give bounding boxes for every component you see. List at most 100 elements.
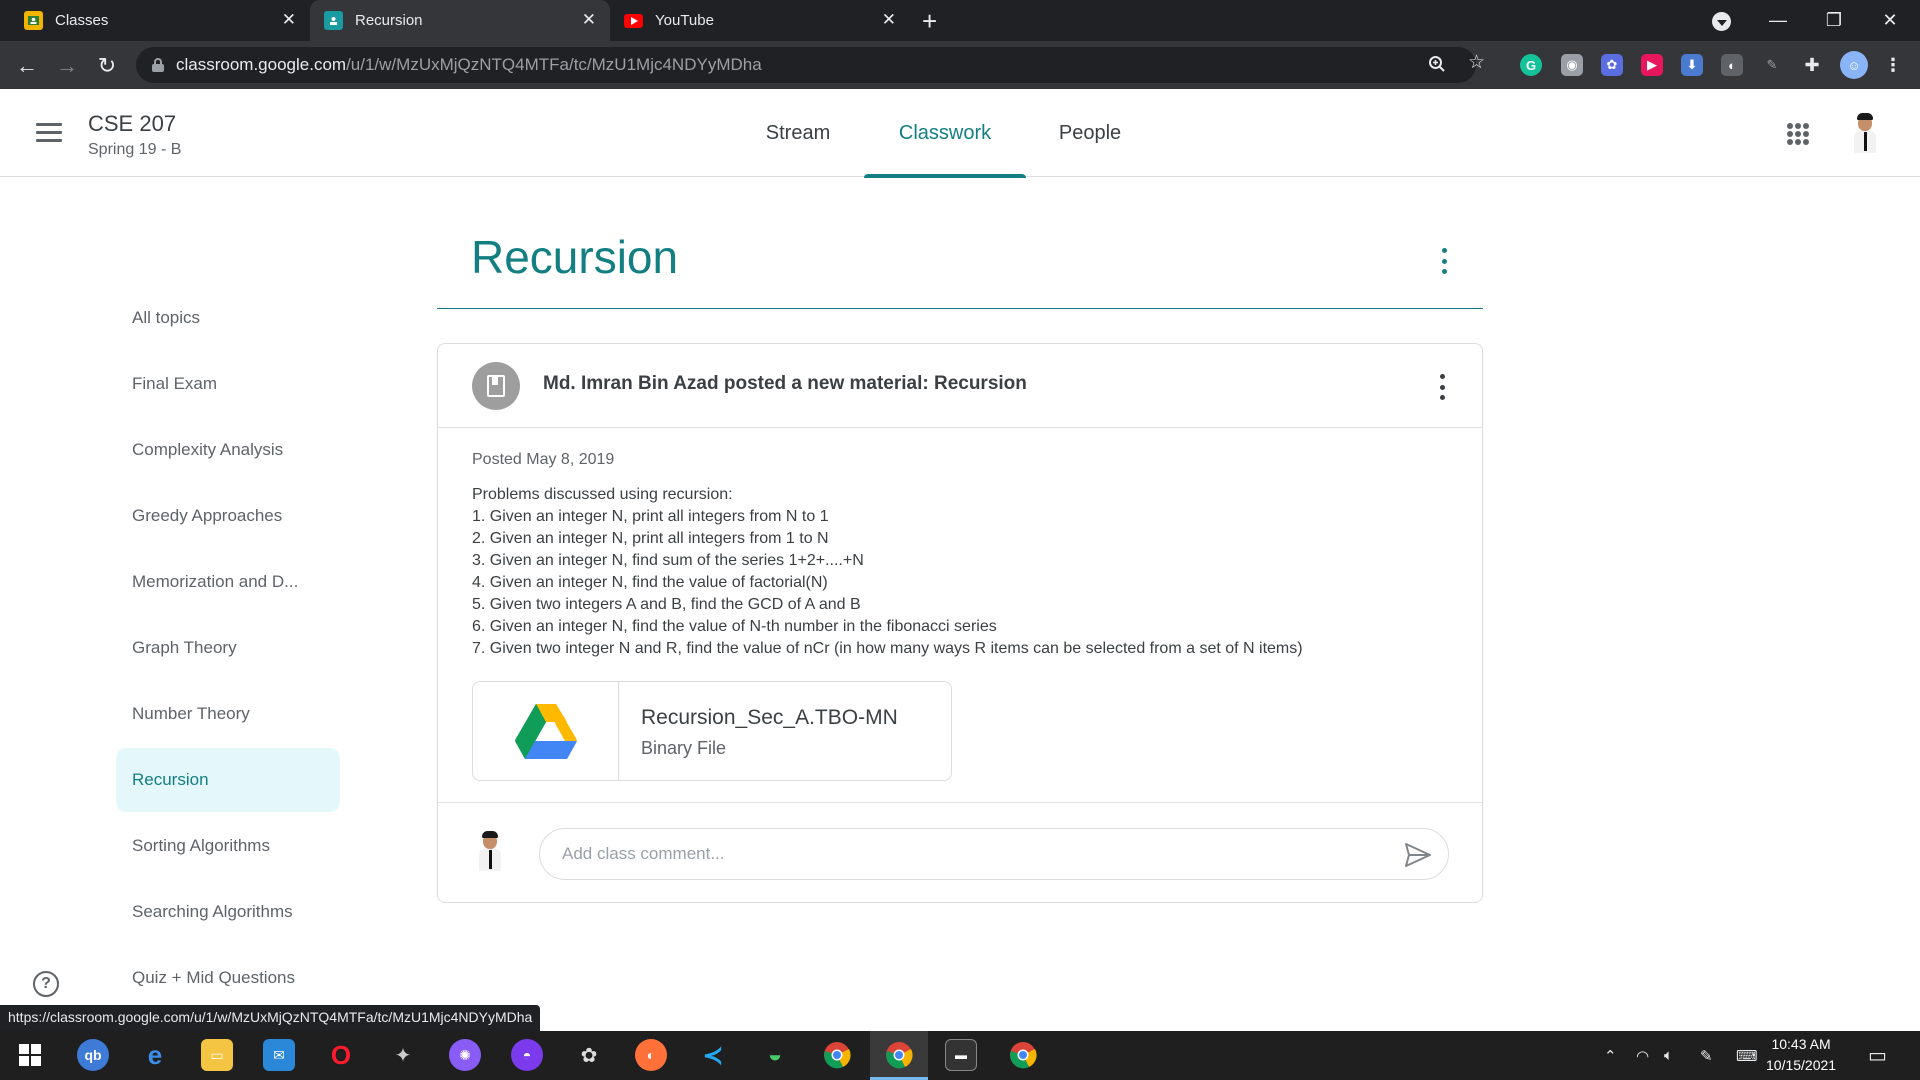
main-menu-icon[interactable] (36, 123, 62, 143)
google-apps-icon[interactable] (1787, 123, 1809, 145)
classroom-header: CSE 207 Spring 19 - B Stream Classwork P… (0, 89, 1920, 178)
topic-complexity-analysis[interactable]: Complexity Analysis (116, 418, 340, 482)
attachment-type: Binary File (641, 738, 727, 758)
description-line: Problems discussed using recursion: (472, 486, 733, 503)
opera-icon[interactable]: O (325, 1039, 357, 1071)
vscode-icon[interactable]: ≺ (697, 1039, 729, 1071)
topic-greedy-approaches[interactable]: Greedy Approaches (116, 484, 340, 548)
send-icon[interactable] (1404, 842, 1432, 873)
back-icon[interactable]: ← (13, 52, 41, 80)
tab-stream[interactable]: Stream (752, 89, 844, 177)
close-window-button[interactable]: ✕ (1862, 0, 1918, 41)
class-comment-input[interactable]: Add class comment... (539, 828, 1449, 880)
topic-all-topics[interactable]: All topics (116, 286, 340, 350)
topic-searching-algorithms[interactable]: Searching Algorithms (116, 880, 340, 944)
topic-memorization[interactable]: Memorization and D... (116, 550, 340, 614)
topic-more-options-icon[interactable] (1440, 248, 1448, 274)
classroom-icon (324, 11, 343, 30)
material-more-options-icon[interactable] (1438, 374, 1446, 400)
address-bar[interactable]: classroom.google.com/u/1/w/MzUxMjQzNTQ4M… (136, 47, 1485, 83)
tray-chevron-icon[interactable]: ⌃ (1604, 1031, 1617, 1080)
firefox-icon[interactable]: ◐ (635, 1039, 667, 1071)
browser-tab-youtube[interactable]: YouTube ✕ (610, 0, 910, 41)
messenger-icon[interactable]: ✺ (449, 1039, 481, 1071)
profile-avatar-icon[interactable]: ☺ (1840, 51, 1868, 79)
zoom-icon[interactable] (1428, 55, 1446, 79)
comment-area: Add class comment... (438, 802, 1482, 902)
tab-classwork[interactable]: Classwork (864, 89, 1026, 178)
close-tab-icon[interactable]: ✕ (582, 10, 596, 30)
camera-icon[interactable]: ◉ (1561, 54, 1583, 76)
github-icon[interactable]: ◓ (511, 1039, 543, 1071)
comment-placeholder: Add class comment... (562, 844, 725, 863)
edge-icon[interactable]: e (139, 1039, 171, 1071)
volume-icon[interactable]: 🔈︎ (1664, 1031, 1673, 1080)
browser-toolbar: ← → ↻ classroom.google.com/u/1/w/MzUxMjQ… (0, 41, 1920, 89)
bookmark-star-icon[interactable]: ☆ (1468, 51, 1485, 74)
help-icon[interactable]: ? (33, 971, 59, 997)
file-explorer-icon[interactable]: ▭ (201, 1039, 233, 1071)
notifications-icon[interactable]: ▭ (1868, 1031, 1887, 1080)
grammarly-icon[interactable]: G (1520, 54, 1542, 76)
material-card: Md. Imran Bin Azad posted a new material… (437, 343, 1483, 903)
clock-time: 10:43 AM (1771, 1036, 1831, 1052)
pen-icon[interactable]: ✎ (1700, 1031, 1713, 1080)
terminal-icon[interactable]: ▬ (945, 1039, 977, 1071)
avatar[interactable] (1845, 111, 1887, 157)
lock-icon (152, 58, 164, 72)
download-extension-icon[interactable]: ⬇ (1681, 54, 1703, 76)
description-line: 5. Given two integers A and B, find the … (472, 596, 861, 613)
reload-icon[interactable]: ↻ (93, 52, 121, 80)
class-name[interactable]: CSE 207 (88, 111, 176, 137)
chrome-icon[interactable] (883, 1039, 915, 1071)
mail-icon[interactable]: ✉ (263, 1039, 295, 1071)
clock-date: 10/15/2021 (1766, 1057, 1837, 1073)
classroom-icon (24, 11, 43, 30)
topic-final-exam[interactable]: Final Exam (116, 352, 340, 416)
topic-quiz-mid-questions[interactable]: Quiz + Mid Questions (116, 946, 340, 1010)
pen-extension-icon[interactable]: ✎ (1761, 54, 1783, 76)
attachment-card[interactable]: Recursion_Sec_A.TBO-MN Binary File (472, 681, 952, 781)
minimize-button[interactable]: — (1750, 0, 1806, 41)
heading-divider (437, 308, 1483, 309)
forward-icon[interactable]: → (53, 52, 81, 80)
system-clock[interactable]: 10:43 AM 10/15/2021 (1766, 1034, 1836, 1076)
paint-icon[interactable]: ✿ (573, 1039, 605, 1071)
keyboard-icon[interactable]: ⌨ (1736, 1031, 1758, 1080)
chrome-icon[interactable] (1007, 1039, 1039, 1071)
page-title: Recursion (471, 231, 679, 283)
play-extension-icon[interactable]: ▶ (1641, 54, 1663, 76)
description-line: 7. Given two integer N and R, find the v… (472, 640, 1303, 657)
qbittorrent-icon[interactable]: qb (77, 1039, 109, 1071)
extension-icon[interactable]: ✿ (1601, 54, 1623, 76)
browser-menu-icon[interactable]: ⋮ (1882, 54, 1904, 76)
topic-graph-theory[interactable]: Graph Theory (116, 616, 340, 680)
tab-people[interactable]: People (1050, 89, 1130, 177)
description-line: 4. Given an integer N, find the value of… (472, 574, 828, 591)
windows-taskbar: qb e ▭ ✉ O ✦ ✺ ◓ ✿ ◐ ≺ ◒ ▬ ⌃ ◠ 🔈︎ ✎ ⌨ 10… (0, 1031, 1920, 1080)
browser-tab-recursion[interactable]: Recursion ✕ (310, 0, 610, 41)
description-line: 3. Given an integer N, find sum of the s… (472, 552, 864, 569)
satellite-app-icon[interactable]: ✦ (387, 1039, 419, 1071)
windows-start-icon[interactable] (14, 1039, 46, 1071)
tab-search-icon[interactable] (1712, 12, 1731, 31)
browser-tab-classes[interactable]: Classes ✕ (10, 0, 310, 41)
topic-recursion[interactable]: Recursion (116, 748, 340, 812)
chrome-icon[interactable] (821, 1039, 853, 1071)
topic-sorting-algorithms[interactable]: Sorting Algorithms (116, 814, 340, 878)
screen-extension-icon[interactable]: ◐ (1721, 54, 1743, 76)
new-tab-button[interactable]: + (922, 6, 937, 37)
close-tab-icon[interactable]: ✕ (882, 10, 896, 30)
url-host: classroom.google.com (176, 55, 347, 74)
browser-tabstrip: Classes ✕ Recursion ✕ YouTube ✕ + — ❐ ✕ (0, 0, 1920, 41)
material-card-header[interactable]: Md. Imran Bin Azad posted a new material… (438, 344, 1482, 428)
url-path: /u/1/w/MzUxMjQzNTQ4MTFa/tc/MzU1Mjc4NDYyM… (346, 55, 762, 74)
edge-dev-icon[interactable]: ◒ (759, 1039, 791, 1071)
restore-button[interactable]: ❐ (1806, 0, 1862, 41)
topic-number-theory[interactable]: Number Theory (116, 682, 340, 746)
network-icon[interactable]: ◠ (1636, 1031, 1649, 1080)
extensions-puzzle-icon[interactable]: ✚ (1801, 54, 1823, 76)
material-description: Problems discussed using recursion: 1. G… (472, 484, 1303, 660)
class-section: Spring 19 - B (88, 141, 182, 158)
close-tab-icon[interactable]: ✕ (282, 10, 296, 30)
